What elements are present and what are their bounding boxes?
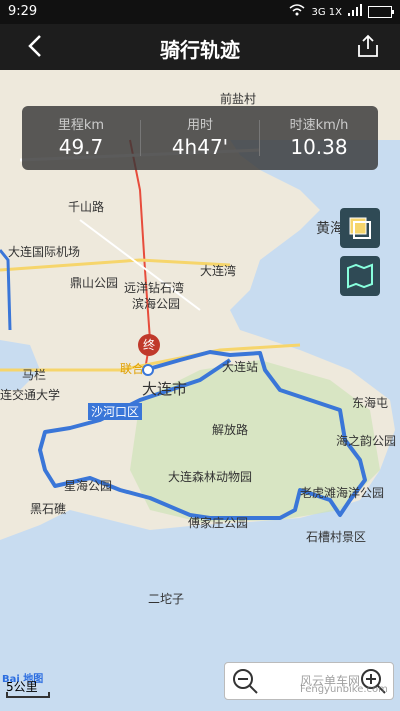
map-label: 星海公园 — [64, 479, 113, 493]
status-icons: 3G 1X — [289, 4, 394, 20]
stat-label: 里程km — [57, 118, 105, 133]
status-time: 9:29 — [8, 4, 38, 19]
watermark-url: Fengyunbike.com — [300, 684, 388, 695]
stat-value: 4h47' — [171, 135, 229, 159]
map-icon — [347, 263, 373, 289]
ride-stats-panel: 里程km 49.7 用时 4h47' 时速km/h 10.38 — [22, 106, 378, 170]
map-label: 沙河口区 — [88, 403, 143, 420]
share-icon[interactable] — [356, 34, 380, 58]
status-bar: 9:29 3G 1X — [0, 0, 400, 24]
map-label: 大连站 — [222, 360, 259, 374]
stat-duration: 用时 4h47' — [141, 114, 259, 159]
network-type: 3G 1X — [311, 6, 342, 18]
map-label: 黑石礁 — [30, 502, 67, 516]
map-label: 前盐村 — [220, 92, 257, 106]
map-label: 鼎山公园 — [70, 276, 119, 290]
map-label: 远洋钻石湾 — [124, 281, 185, 295]
scale-bar — [6, 692, 50, 698]
wifi-icon — [289, 4, 305, 20]
layers-icon — [349, 217, 371, 239]
map-label: 千山路 — [68, 200, 105, 214]
map-label: 滨海公园 — [132, 297, 181, 311]
map-label: 大连森林动物园 — [168, 470, 253, 484]
map-label: 大连市 — [142, 380, 188, 398]
page-title: 骑行轨迹 — [160, 38, 240, 62]
zoom-out-icon[interactable] — [231, 667, 259, 695]
map-label: 老虎滩海洋公园 — [300, 486, 385, 500]
battery-icon — [368, 6, 394, 18]
stat-label: 时速km/h — [289, 118, 349, 133]
map-mode-button[interactable] — [340, 256, 380, 296]
stat-value: 49.7 — [58, 135, 104, 159]
map-label: 石槽村景区 — [306, 530, 367, 544]
title-bar: 骑行轨迹 — [0, 24, 400, 70]
stat-distance: 里程km 49.7 — [22, 114, 140, 159]
map-label: 联合 — [120, 362, 145, 376]
map-label: 大连湾 — [200, 264, 237, 278]
layer-toggle-button[interactable] — [340, 208, 380, 248]
map-label: 解放路 — [212, 423, 249, 437]
stat-label: 用时 — [186, 118, 213, 133]
signal-icon — [348, 4, 362, 20]
map-label: 大连国际机场 — [8, 245, 81, 259]
stat-speed: 时速km/h 10.38 — [260, 114, 378, 159]
map-label: 傅家庄公园 — [188, 516, 249, 530]
map-label: 海之韵公园 — [336, 434, 397, 448]
end-marker[interactable]: 终 — [138, 334, 160, 356]
map-label: 二坨子 — [148, 592, 185, 606]
map-label: 东海屯 — [352, 396, 389, 410]
stat-value: 10.38 — [290, 135, 348, 159]
map-label: 马栏 — [22, 368, 47, 382]
map-label: 连交通大学 — [0, 388, 61, 402]
